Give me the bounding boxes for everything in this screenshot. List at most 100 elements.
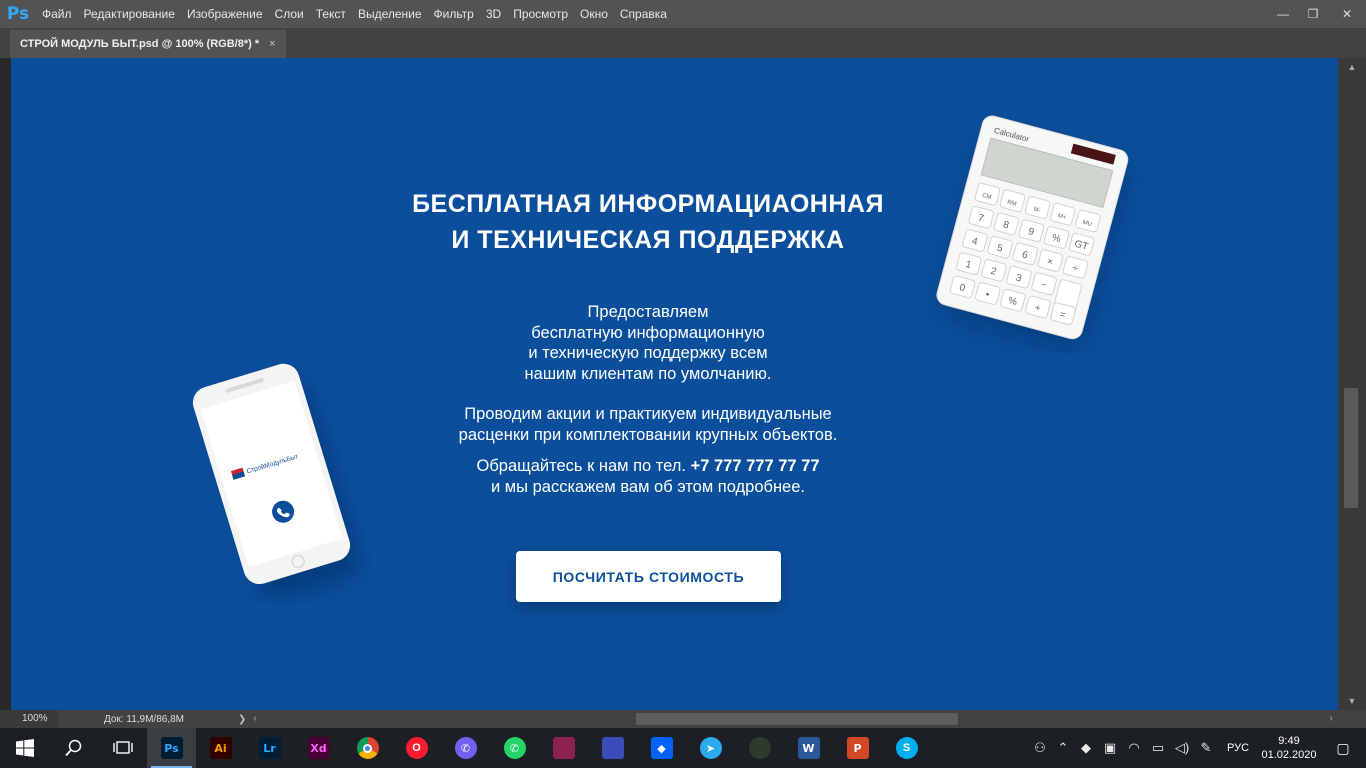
taskbar-photoshop-button[interactable]: Ps: [147, 728, 196, 768]
menu-bar: Ps Файл Редактирование Изображение Слои …: [0, 0, 1366, 28]
close-icon[interactable]: ×: [269, 38, 275, 50]
notifications-icon[interactable]: ▢: [1320, 740, 1366, 757]
menu-edit[interactable]: Редактирование: [78, 0, 181, 28]
dropbox-tray-icon[interactable]: ◆: [1074, 740, 1098, 756]
close-button[interactable]: ✕: [1328, 0, 1366, 28]
taskbar-whatsapp-button[interactable]: ✆: [490, 728, 539, 768]
headline-line-1: БЕСПЛАТНАЯ ИНФОРМАЦИАОННАЯ: [412, 190, 884, 218]
taskbar-telegram-button[interactable]: ➤: [686, 728, 735, 768]
horizontal-scrollbar[interactable]: ‹ ›: [248, 710, 1338, 728]
photoshop-logo[interactable]: Ps: [0, 0, 36, 28]
document-tab-title: СТРОЙ МОДУЛЬ БЫТ.psd @ 100% (RGB/8*) *: [20, 38, 260, 50]
people-icon[interactable]: ⚇: [1028, 740, 1052, 756]
calculate-cost-button[interactable]: ПОСЧИТАТЬ СТОИМОСТЬ: [516, 551, 781, 602]
workspace: СтройМодульБыт Calculator CM RM M- M+ MU 7 8 9%…: [0, 58, 1366, 710]
powerpoint-icon: P: [846, 737, 869, 759]
taskbar-dropbox-button[interactable]: ◆: [637, 728, 686, 768]
menu-filter[interactable]: Фильтр: [428, 0, 480, 28]
skype-icon: S: [895, 737, 918, 759]
chevron-up-icon[interactable]: ⌃: [1052, 740, 1074, 756]
dropbox-icon: ◆: [650, 737, 673, 759]
scroll-right-icon[interactable]: ›: [1324, 710, 1338, 728]
save-icon: [601, 737, 624, 759]
windows-taskbar: Ps Ai Lr Xd O ✆ ✆ ◆ ➤ W P S ⚇ ⌃ ◆ ▣ ◠ ▭ ◁) ✎ РУС 9:…: [0, 728, 1366, 768]
document-size: Док: 11,9M/86,8M: [104, 713, 184, 725]
taskbar-word-button[interactable]: W: [784, 728, 833, 768]
menu-select[interactable]: Выделение: [352, 0, 428, 28]
menu-window[interactable]: Окно: [574, 0, 614, 28]
document-canvas[interactable]: СтройМодульБыт Calculator CM RM M- M+ MU 7 8 9%…: [11, 58, 1338, 710]
vertical-scrollbar[interactable]: ▲ ▼: [1338, 58, 1366, 710]
restore-button[interactable]: ❐: [1298, 0, 1328, 28]
taskbar-winrar-button[interactable]: [539, 728, 588, 768]
system-tray: ⚇ ⌃ ◆ ▣ ◠ ▭ ◁) ✎ РУС 9:49 01.02.2020 ▢: [1028, 728, 1366, 768]
scroll-down-icon[interactable]: ▼: [1338, 694, 1366, 708]
android-icon: [748, 737, 771, 759]
menu-layers[interactable]: Слои: [269, 0, 310, 28]
taskbar-save-button[interactable]: [588, 728, 637, 768]
viber-icon: ✆: [454, 737, 477, 759]
whatsapp-icon: ✆: [503, 737, 526, 759]
menu-view[interactable]: Просмотр: [507, 0, 574, 28]
illustrator-icon: Ai: [209, 737, 232, 759]
window-controls: — ❐ ✕: [1268, 0, 1366, 28]
taskbar-xd-button[interactable]: Xd: [294, 728, 343, 768]
scroll-left-icon[interactable]: ‹: [248, 710, 262, 728]
xd-icon: Xd: [307, 737, 330, 759]
search-icon[interactable]: [49, 728, 98, 768]
paragraph-1-line: и техническую поддержку всем: [528, 344, 768, 362]
taskbar-android-button[interactable]: [735, 728, 784, 768]
task-view-icon[interactable]: [98, 728, 147, 768]
contact-paragraph: Обращайтесь к нам по тел. +7 777 777 77 …: [11, 456, 1285, 497]
taskbar-lightroom-button[interactable]: Lr: [245, 728, 294, 768]
paragraph-1-line: бесплатную информационную: [531, 323, 765, 342]
clock-date: 01.02.2020: [1261, 749, 1317, 761]
winrar-icon: [552, 737, 575, 759]
taskbar-apps: Ps Ai Lr Xd O ✆ ✆ ◆ ➤ W P S: [147, 728, 931, 768]
paragraph-1-line: Предоставляем: [587, 303, 709, 321]
taskbar-powerpoint-button[interactable]: P: [833, 728, 882, 768]
word-icon: W: [797, 737, 820, 759]
paragraph-2-line: расценки при комплектовании крупных объе…: [458, 425, 838, 444]
clock[interactable]: 9:49 01.02.2020: [1258, 734, 1320, 762]
start-icon[interactable]: [0, 728, 49, 768]
wifi-icon[interactable]: ◠: [1122, 740, 1146, 756]
photoshop-icon: Ps: [160, 737, 183, 759]
language-indicator[interactable]: РУС: [1218, 742, 1258, 754]
menu-help[interactable]: Справка: [614, 0, 673, 28]
battery-icon[interactable]: ▭: [1146, 740, 1170, 756]
headline-line-2: И ТЕХНИЧЕСКАЯ ПОДДЕРЖКА: [451, 226, 845, 254]
lightroom-icon: Lr: [258, 737, 281, 759]
paragraph-2: Проводим акции и практикуем индивидуальн…: [11, 404, 1285, 445]
vertical-scroll-thumb[interactable]: [1344, 388, 1358, 508]
menu-3d[interactable]: 3D: [480, 0, 507, 28]
menu-file[interactable]: Файл: [36, 0, 78, 28]
menu-type[interactable]: Текст: [310, 0, 352, 28]
contact-line: Обращайтесь к нам по тел. +7 777 777 77 …: [11, 456, 1285, 477]
taskbar-chrome-button[interactable]: [343, 728, 392, 768]
pen-icon[interactable]: ✎: [1194, 740, 1218, 756]
scroll-up-icon[interactable]: ▲: [1338, 60, 1366, 74]
volume-icon[interactable]: ◁): [1170, 740, 1194, 756]
document-tab-bar: СТРОЙ МОДУЛЬ БЫТ.psd @ 100% (RGB/8*) * ×: [0, 28, 1366, 58]
taskbar-viber-button[interactable]: ✆: [441, 728, 490, 768]
chrome-icon: [356, 737, 379, 759]
opera-icon: O: [405, 737, 428, 759]
telegram-icon: ➤: [699, 737, 722, 759]
document-tab[interactable]: СТРОЙ МОДУЛЬ БЫТ.psd @ 100% (RGB/8*) * ×: [10, 30, 286, 58]
contact-phone: +7 777 777 77 77: [690, 457, 820, 475]
taskbar-illustrator-button[interactable]: Ai: [196, 728, 245, 768]
zoom-level[interactable]: 100%: [0, 710, 58, 728]
contact-suffix: и мы расскажем вам об этом подробнее.: [491, 477, 805, 496]
antivirus-tray-icon[interactable]: ▣: [1098, 740, 1122, 756]
paragraph-1-line: нашим клиентам по умолчанию.: [524, 364, 772, 383]
taskbar-opera-button[interactable]: O: [392, 728, 441, 768]
clock-time: 9:49: [1278, 735, 1300, 747]
paragraph-2-line: Проводим акции и практикуем индивидуальн…: [464, 405, 832, 423]
taskbar-skype-button[interactable]: S: [882, 728, 931, 768]
paragraph-1: Предоставляем бесплатную информационную …: [11, 302, 1285, 384]
minimize-button[interactable]: —: [1268, 0, 1298, 28]
contact-prefix: Обращайтесь к нам по тел.: [476, 457, 691, 475]
horizontal-scroll-thumb[interactable]: [636, 713, 958, 725]
menu-image[interactable]: Изображение: [181, 0, 269, 28]
